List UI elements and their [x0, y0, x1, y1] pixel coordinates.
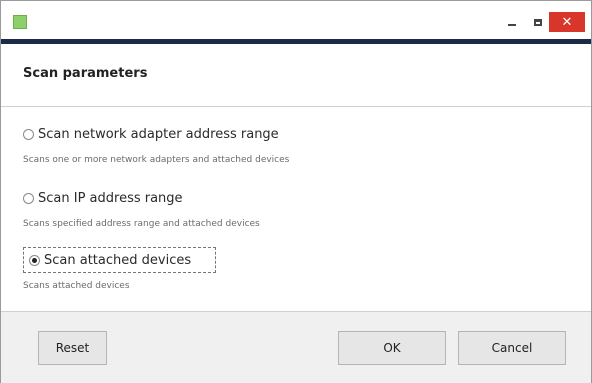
close-icon: ✕: [561, 14, 573, 30]
dialog-header: Scan parameters: [1, 44, 591, 106]
radio-option-attached-devices[interactable]: Scan attached devices: [29, 249, 191, 271]
minimize-icon: [508, 24, 516, 26]
close-button[interactable]: ✕: [549, 12, 585, 32]
ok-button[interactable]: OK: [338, 331, 446, 365]
radio-option-ip-range[interactable]: Scan IP address range: [23, 187, 183, 209]
radio-button-network-adapter[interactable]: [23, 128, 34, 140]
radio-button-ip-range[interactable]: [23, 192, 34, 204]
page-title: Scan parameters: [23, 66, 148, 81]
radio-option-network-adapter[interactable]: Scan network adapter address range: [23, 123, 279, 145]
maximize-icon: [534, 18, 542, 26]
option-description-ip-range: Scans specified address range and attach…: [23, 219, 260, 229]
option-description-attached-devices: Scans attached devices: [23, 281, 130, 291]
minimize-button[interactable]: [501, 13, 523, 31]
radio-label-network-adapter: Scan network adapter address range: [38, 126, 279, 142]
header-divider: [1, 106, 591, 107]
scan-parameters-window: ✕ Scan parameters Scan network adapter a…: [0, 0, 592, 383]
radio-label-ip-range: Scan IP address range: [38, 190, 183, 206]
maximize-button[interactable]: [527, 13, 549, 31]
reset-button[interactable]: Reset: [38, 331, 107, 365]
title-bar[interactable]: ✕: [1, 1, 591, 39]
app-icon: [13, 15, 27, 29]
option-description-network-adapter: Scans one or more network adapters and a…: [23, 155, 290, 165]
radio-button-attached-devices[interactable]: [29, 254, 40, 266]
radio-label-attached-devices: Scan attached devices: [44, 252, 192, 268]
cancel-button[interactable]: Cancel: [458, 331, 566, 365]
